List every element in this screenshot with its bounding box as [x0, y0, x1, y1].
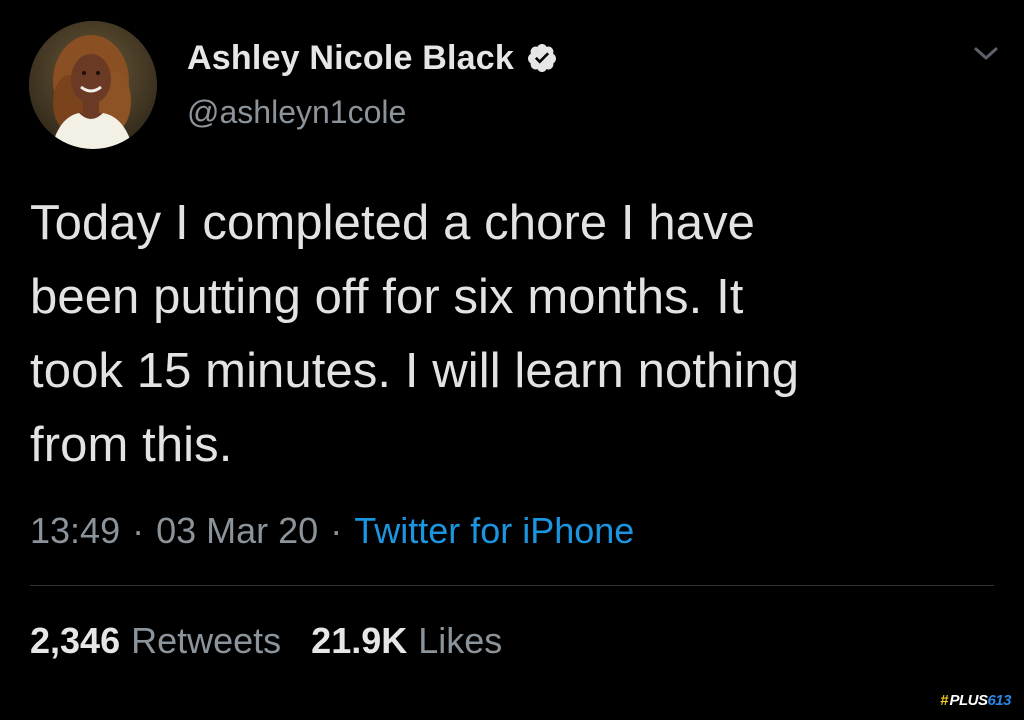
author-name-row: Ashley Nicole Black: [187, 34, 558, 82]
divider: [30, 585, 994, 586]
tweet-meta: 13:49 · 03 Mar 20 · Twitter for iPhone: [30, 508, 634, 554]
verified-badge-icon: [526, 42, 558, 74]
watermark-hash: #: [940, 691, 949, 709]
tweet-date[interactable]: 03 Mar 20: [156, 510, 318, 552]
watermark-logo: # PLUS 613: [937, 688, 1014, 712]
tweet-source-link[interactable]: Twitter for iPhone: [354, 510, 634, 552]
likes-label: Likes: [418, 620, 503, 661]
tweet-time[interactable]: 13:49: [30, 510, 120, 552]
meta-separator: ·: [330, 510, 343, 551]
likes-stat[interactable]: 21.9K Likes: [311, 620, 502, 662]
watermark-number: 613: [987, 691, 1011, 709]
tweet-stats: 2,346 Retweets 21.9K Likes: [30, 618, 502, 664]
likes-count: 21.9K: [311, 620, 408, 661]
avatar[interactable]: [29, 21, 157, 149]
retweets-stat[interactable]: 2,346 Retweets: [30, 620, 281, 662]
tweet-screenshot: Ashley Nicole Black @ashleyn1cole Today …: [0, 0, 1024, 720]
profile-photo-icon: [29, 21, 157, 149]
retweets-count: 2,346: [30, 620, 121, 661]
tweet-text: Today I completed a chore I have been pu…: [30, 196, 800, 472]
author-display-name[interactable]: Ashley Nicole Black: [187, 39, 514, 78]
chevron-down-icon[interactable]: [972, 44, 1000, 64]
retweets-label: Retweets: [131, 620, 282, 661]
meta-separator: ·: [132, 510, 145, 551]
watermark-text: PLUS: [949, 691, 988, 709]
author-handle[interactable]: @ashleyn1cole: [187, 94, 406, 131]
